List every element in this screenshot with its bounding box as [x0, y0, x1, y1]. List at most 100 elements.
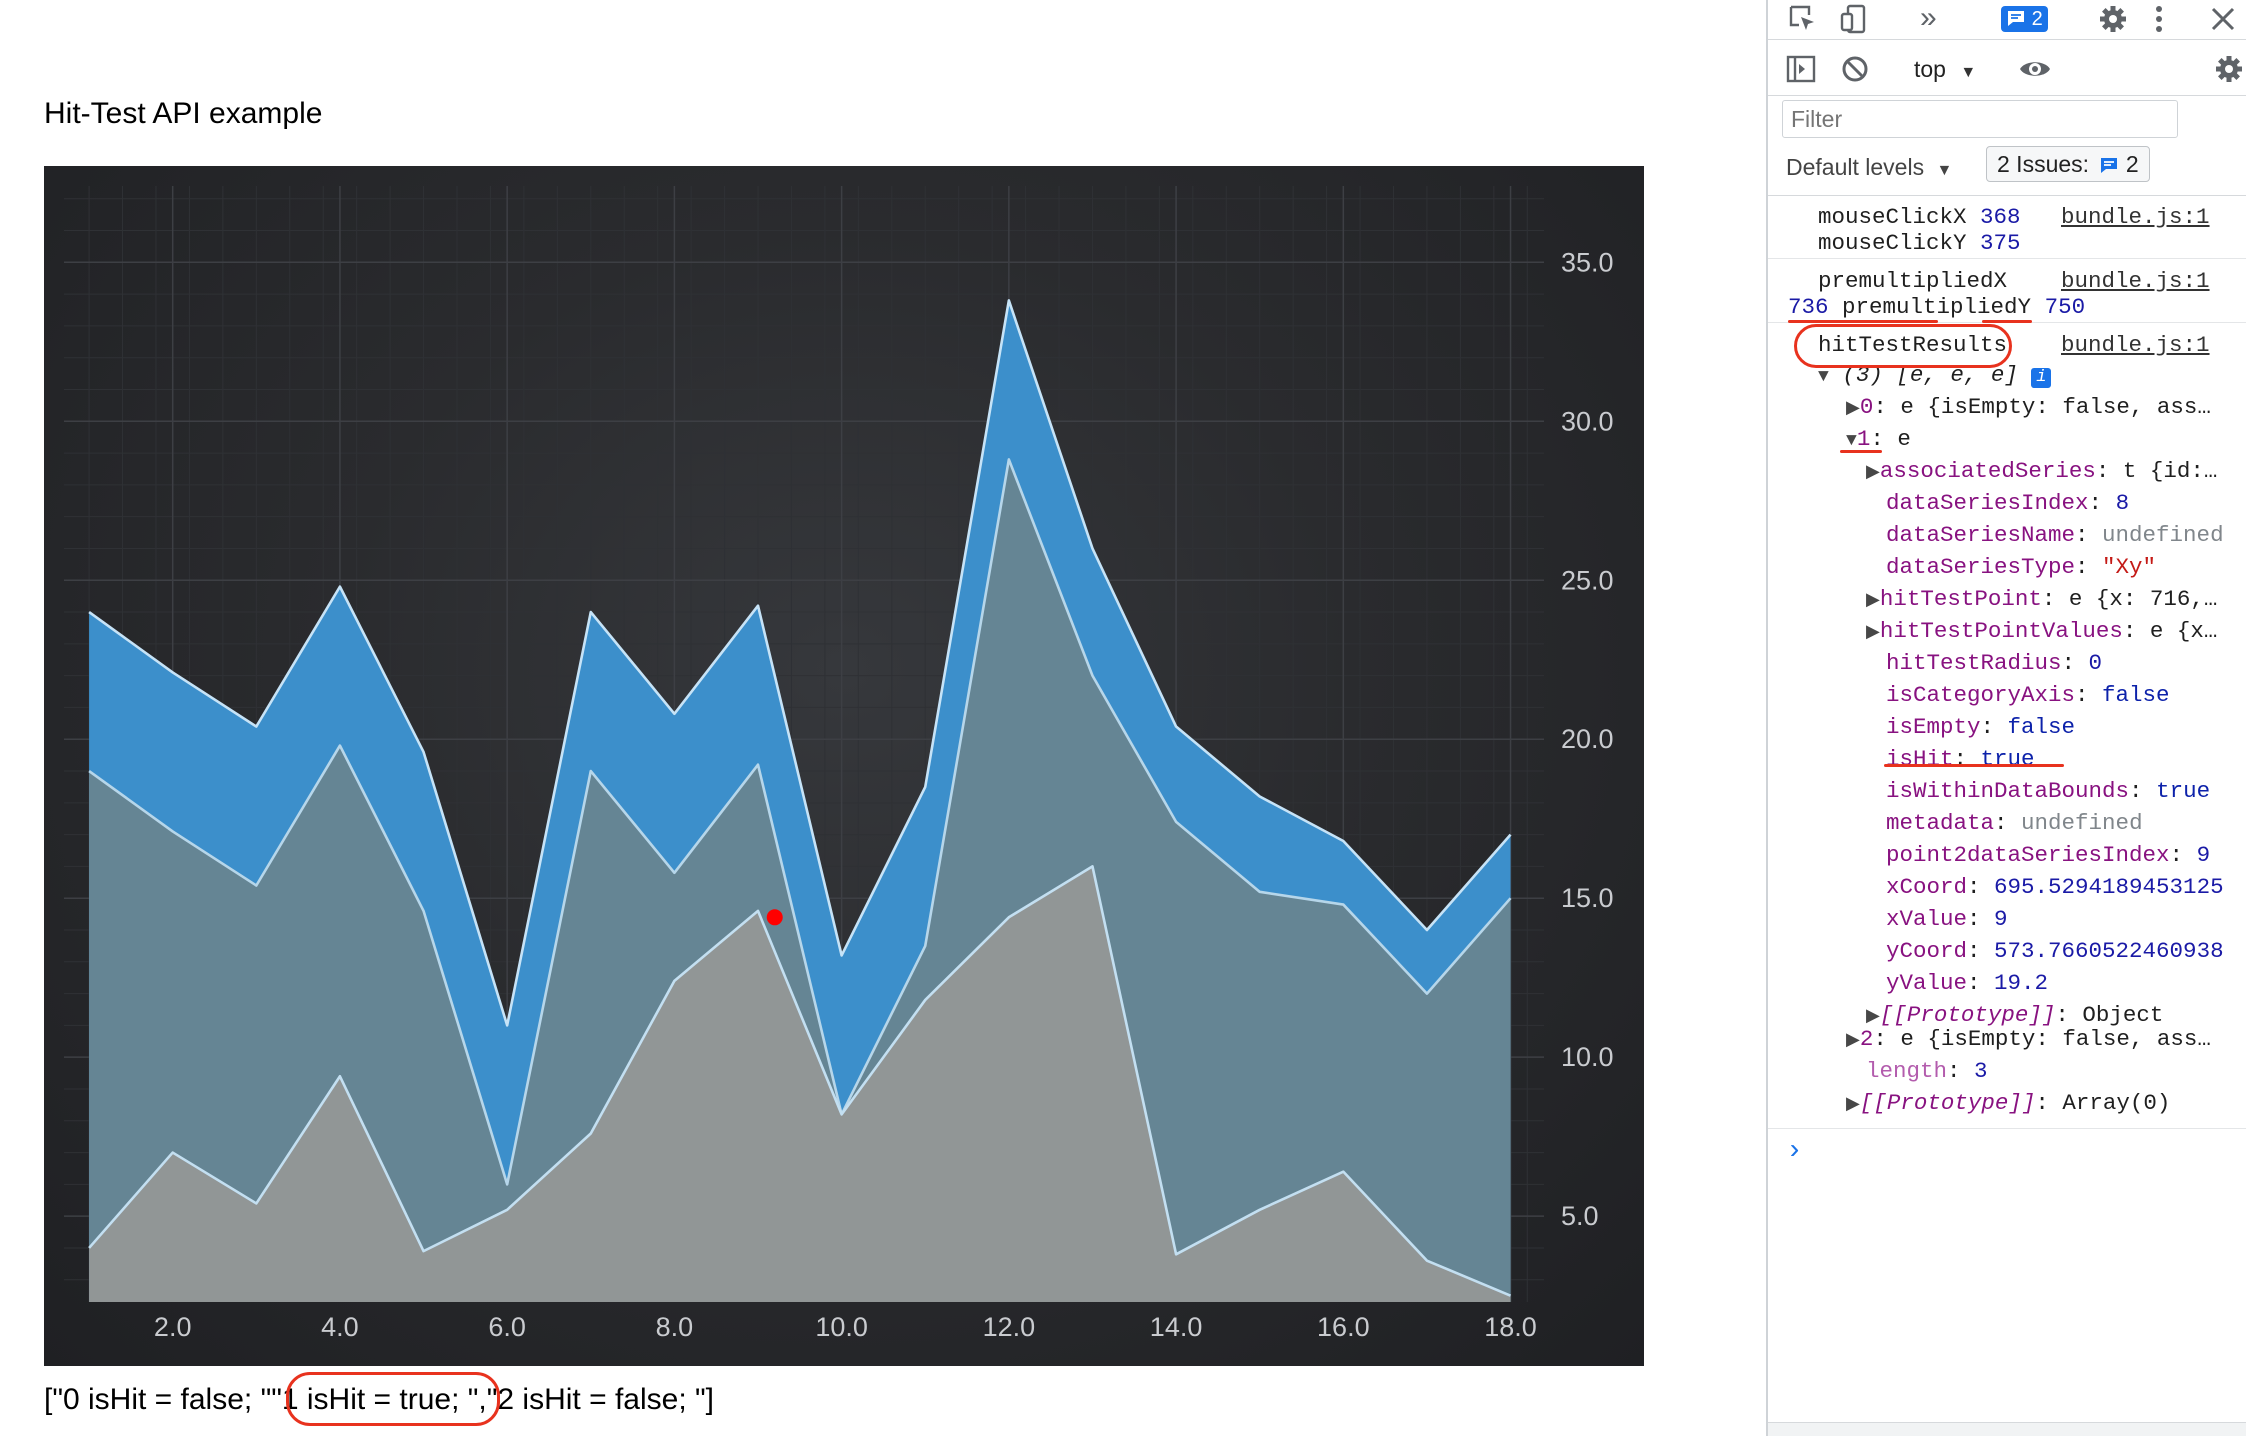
y-tick-label: 25.0 [1561, 565, 1614, 595]
log-levels-dropdown[interactable]: Default levels ▼ [1786, 154, 1952, 181]
property-value: false [2007, 714, 2076, 740]
y-tick-label: 35.0 [1561, 247, 1614, 277]
y-tick-label: 20.0 [1561, 724, 1614, 754]
annotation-underline-premultiplied [1788, 320, 1938, 323]
property-key: dataSeriesName [1886, 522, 2076, 548]
issues-chat-icon [2101, 158, 2118, 173]
devtools-bottom-bar [1768, 1422, 2246, 1436]
x-tick-label: 6.0 [488, 1312, 526, 1342]
console-toolbar: top ▼ [1768, 40, 2246, 96]
property-key: hitTestPoint [1879, 586, 2042, 612]
close-devtools-icon[interactable] [2208, 4, 2238, 40]
property-row-ishit: isHit: true [1886, 746, 2035, 772]
array-prototype-row[interactable]: ▶[[Prototype]]: Array(0) [1846, 1090, 2170, 1116]
array-item-1[interactable]: ▼1: e [1846, 426, 1911, 452]
chart-area[interactable]: 35.0 30.0 25.0 20.0 15.0 10.0 5.0 2.0 4.0 6.0 8.0 1… [44, 166, 1644, 1366]
item-preview: : e [1870, 426, 1911, 452]
property-key: xValue [1886, 906, 1968, 932]
property-row-hittestradius: hitTestRadius: 0 [1886, 650, 2103, 676]
property-key: metadata [1886, 810, 1995, 836]
issues-counter-badge[interactable]: 2 [2001, 6, 2048, 32]
inspect-element-icon[interactable] [1788, 4, 1818, 40]
log-entry-premultiplied: premultipliedX [1818, 268, 2007, 294]
hit-result-part-0: ["0 isHit = false; " [44, 1383, 272, 1416]
property-value: undefined [2021, 810, 2143, 836]
log-text: premultipliedX [1818, 268, 2008, 294]
length-value: 3 [1974, 1058, 1988, 1084]
array-item-2[interactable]: ▶2: e {isEmpty: false, ass… [1846, 1026, 2211, 1052]
chart-hit-marker [766, 909, 783, 926]
property-value: true [1980, 746, 2035, 772]
collapsed-triangle-icon: ▶ [1846, 399, 1860, 419]
source-link[interactable]: bundle.js:1 [2061, 332, 2210, 358]
x-tick-label: 4.0 [321, 1312, 359, 1342]
property-value: 9 [2196, 842, 2211, 868]
settings-gear-icon[interactable] [2098, 4, 2128, 40]
x-tick-label: 10.0 [815, 1312, 868, 1342]
x-tick-label: 18.0 [1484, 1312, 1537, 1342]
issues-button-count: 2 [2125, 151, 2139, 177]
property-key: associatedSeries [1879, 458, 2096, 484]
log-text: mouseClickX [1818, 204, 1981, 230]
property-row-iscategoryaxis: isCategoryAxis: false [1886, 682, 2170, 708]
expanded-triangle-icon: ▼ [1818, 367, 1829, 387]
prototype-preview: : Array(0) [2035, 1090, 2171, 1116]
area-chart[interactable]: 35.0 30.0 25.0 20.0 15.0 10.0 5.0 2.0 4.0 6.0 8.0 1… [44, 166, 1644, 1366]
issues-button-label: 2 Issues: [1997, 151, 2090, 177]
property-key: isHit [1886, 746, 1954, 772]
property-key: isWithinDataBounds [1886, 778, 2130, 804]
property-row-hittestpoint[interactable]: ▶hitTestPoint: e {x: 716,… [1866, 586, 2217, 612]
property-value: 0 [2088, 650, 2103, 676]
property-key: xCoord [1886, 874, 1968, 900]
console-prompt[interactable]: › [1786, 1136, 1803, 1167]
property-row-hittestpointvalues[interactable]: ▶hitTestPointValues: e {x… [1866, 618, 2217, 644]
dropdown-arrow-icon: ▼ [1936, 162, 1953, 179]
more-options-icon[interactable] [2144, 4, 2174, 40]
log-levels-label: Default levels [1786, 154, 1925, 180]
live-expression-eye-icon[interactable] [2018, 54, 2052, 90]
context-selector[interactable]: top ▼ [1914, 56, 1976, 83]
x-tick-label: 2.0 [154, 1312, 192, 1342]
clear-console-icon[interactable] [1840, 54, 1870, 90]
property-row-prototype[interactable]: ▶[[Prototype]]: Object [1866, 1002, 2163, 1028]
property-row-dataseriestype: dataSeriesType: "Xy" [1886, 554, 2157, 580]
issues-button[interactable]: 2 Issues: 2 [1986, 146, 2150, 182]
console-settings-gear-icon[interactable] [2214, 54, 2244, 90]
property-value: : e {x… [2122, 618, 2218, 644]
console-filter-input[interactable] [1782, 100, 2178, 138]
array-item-0[interactable]: ▶0: e {isEmpty: false, ass… [1846, 394, 2211, 420]
property-row-ycoord: yCoord: 573.7660522460938 [1886, 938, 2224, 964]
console-filter-bar: Default levels ▼ 2 Issues: 2 [1768, 96, 2246, 196]
property-value: : Object [2055, 1002, 2164, 1028]
item-key: 0 [1859, 394, 1874, 420]
log-value: 375 [1980, 230, 2021, 256]
property-key: isEmpty [1886, 714, 1981, 740]
y-tick-label: 10.0 [1561, 1042, 1614, 1072]
collapsed-triangle-icon: ▶ [1866, 1007, 1880, 1027]
collapsed-triangle-icon: ▶ [1846, 1031, 1860, 1051]
log-value: 368 [1980, 204, 2021, 230]
property-key: hitTestPointValues [1879, 618, 2123, 644]
log-separator [1768, 1128, 2246, 1129]
annotation-circle-hittestresults [1794, 324, 2012, 368]
device-toolbar-icon[interactable] [1840, 4, 1870, 40]
item-key: 2 [1859, 1026, 1874, 1052]
collapsed-triangle-icon: ▶ [1846, 1095, 1860, 1115]
sidebar-toggle-icon[interactable] [1786, 54, 1816, 90]
source-link[interactable]: bundle.js:1 [2061, 204, 2210, 230]
source-link[interactable]: bundle.js:1 [2061, 268, 2210, 294]
log-entry-mouse-click-y: mouseClickY 375 [1818, 230, 2021, 256]
property-key: isCategoryAxis [1886, 682, 2076, 708]
property-value: 8 [2115, 490, 2130, 516]
log-value: 736 [1788, 294, 1829, 320]
collapsed-triangle-icon: ▶ [1866, 591, 1880, 611]
more-tabs-chevron-icon[interactable]: » [1920, 3, 1937, 33]
property-row-associatedseries[interactable]: ▶associatedSeries: t {id:… [1866, 458, 2217, 484]
context-selector-label: top [1914, 56, 1946, 82]
property-value: 19.2 [1994, 970, 2049, 996]
x-tick-label: 14.0 [1150, 1312, 1203, 1342]
property-key: dataSeriesType [1886, 554, 2076, 580]
property-value: 573.7660522460938 [1994, 938, 2224, 964]
log-value: 750 [2044, 294, 2086, 320]
item-preview: : e {isEmpty: false, ass… [1873, 394, 2211, 420]
